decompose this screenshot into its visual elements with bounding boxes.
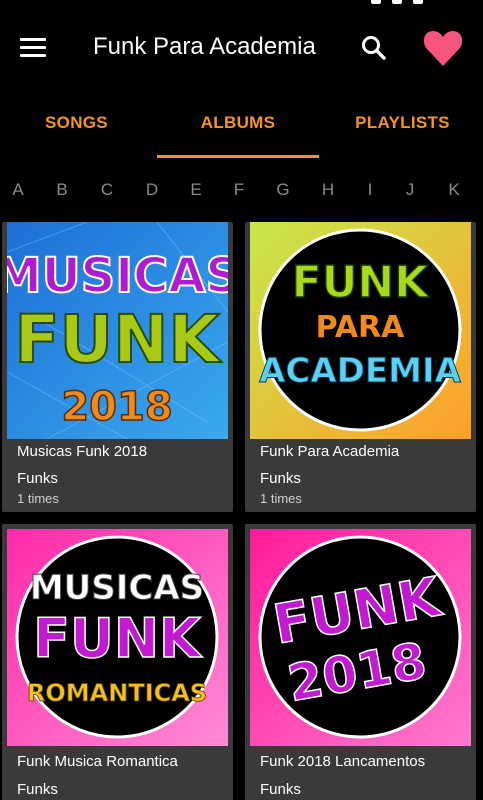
letter-j[interactable]: J bbox=[398, 180, 422, 200]
signal-icon bbox=[371, 0, 381, 4]
tab-playlists[interactable]: PLAYLISTS bbox=[322, 98, 483, 158]
album-title: Musicas Funk 2018 bbox=[17, 443, 148, 460]
letter-c[interactable]: C bbox=[95, 180, 119, 200]
album-art: FUNK 2018 bbox=[250, 529, 471, 746]
letter-k[interactable]: K bbox=[442, 180, 466, 200]
album-grid: MUSICAS FUNK 2018 Musicas Funk 2018 Funk… bbox=[0, 222, 483, 800]
album-artist: Funks bbox=[260, 781, 301, 798]
alphabet-index: A B C D E F G H I J K bbox=[0, 180, 483, 208]
album-artist: Funks bbox=[260, 470, 301, 487]
art-line: FUNK bbox=[292, 257, 431, 308]
letter-a[interactable]: A bbox=[6, 180, 30, 200]
letter-g[interactable]: G bbox=[271, 180, 295, 200]
wifi-icon bbox=[392, 0, 402, 4]
art-line: MUSICAS bbox=[30, 568, 204, 608]
album-artist: Funks bbox=[17, 781, 58, 798]
tab-indicator bbox=[157, 155, 319, 158]
tab-bar: SONGS ALBUMS PLAYLISTS bbox=[0, 98, 483, 160]
menu-icon[interactable] bbox=[20, 38, 46, 58]
album-art: FUNK PARA ACADEMIA bbox=[250, 222, 471, 439]
letter-b[interactable]: B bbox=[50, 180, 74, 200]
album-title: Funk Musica Romantica bbox=[17, 753, 178, 770]
art-line: FUNK bbox=[33, 607, 203, 670]
app-bar: Funk Para Academia bbox=[0, 14, 483, 82]
art-line: PARA bbox=[316, 310, 406, 345]
album-artist: Funks bbox=[17, 470, 58, 487]
status-bar bbox=[0, 0, 483, 14]
letter-d[interactable]: D bbox=[140, 180, 164, 200]
album-card[interactable]: MUSICAS FUNK 2018 Musicas Funk 2018 Funk… bbox=[2, 222, 233, 512]
album-art: MUSICAS FUNK ROMANTICAS bbox=[7, 529, 228, 746]
album-title: Funk 2018 Lancamentos bbox=[260, 753, 426, 770]
album-card[interactable]: FUNK 2018 Funk 2018 Lancamentos Funks bbox=[245, 524, 476, 800]
letter-e[interactable]: E bbox=[184, 180, 208, 200]
album-title: Funk Para Academia bbox=[260, 443, 400, 460]
art-line: MUSICAS bbox=[7, 248, 228, 304]
tab-albums[interactable]: ALBUMS bbox=[157, 98, 319, 158]
search-icon[interactable] bbox=[360, 34, 388, 62]
art-line: ROMANTICAS bbox=[27, 679, 207, 707]
art-line: 2018 bbox=[61, 384, 172, 430]
album-card[interactable]: MUSICAS FUNK ROMANTICAS Funk Musica Roma… bbox=[2, 524, 233, 800]
album-play-count: 1 times bbox=[260, 491, 302, 506]
album-play-count: 1 times bbox=[17, 491, 59, 506]
letter-i[interactable]: I bbox=[358, 180, 382, 200]
letter-h[interactable]: H bbox=[316, 180, 340, 200]
tab-songs[interactable]: SONGS bbox=[0, 98, 153, 158]
letter-f[interactable]: F bbox=[227, 180, 251, 200]
art-line: ACADEMIA bbox=[259, 351, 462, 391]
album-card[interactable]: FUNK PARA ACADEMIA Funk Para Academia Fu… bbox=[245, 222, 476, 512]
battery-icon bbox=[413, 0, 423, 4]
page-title: Funk Para Academia bbox=[93, 33, 316, 60]
heart-icon[interactable] bbox=[422, 28, 464, 68]
album-art: MUSICAS FUNK 2018 bbox=[7, 222, 228, 439]
art-line: FUNK bbox=[14, 301, 222, 378]
